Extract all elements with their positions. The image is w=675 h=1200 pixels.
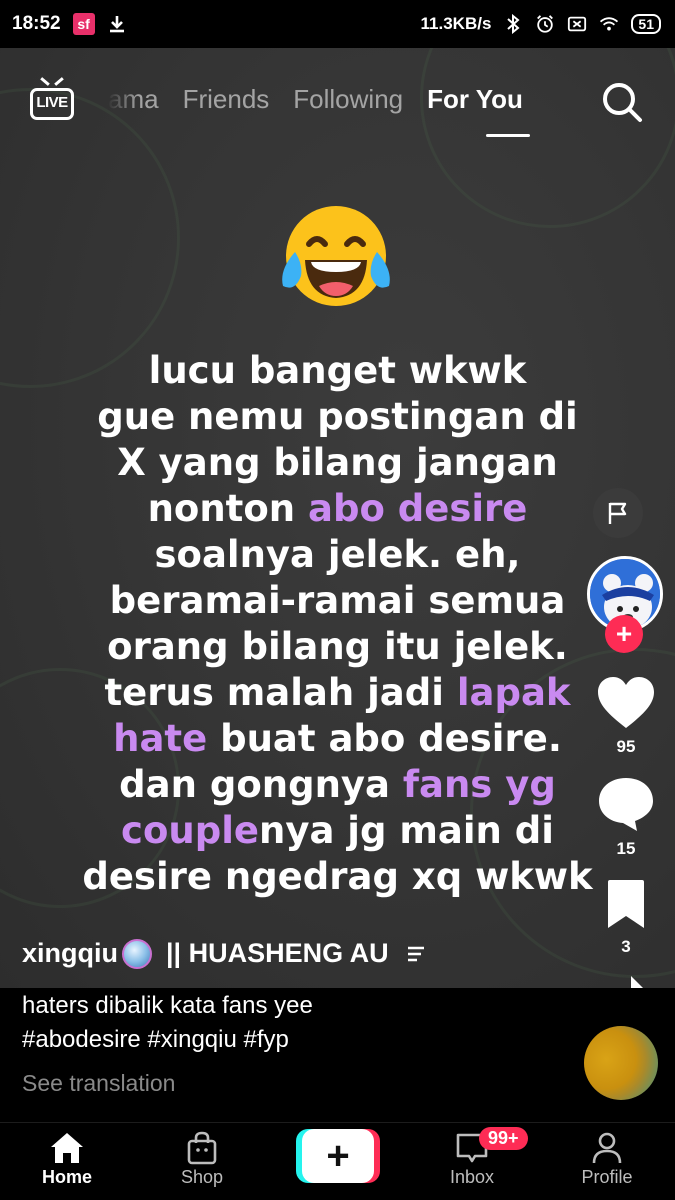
report-flag-button[interactable] (593, 488, 643, 538)
caption-highlight: fans yg (402, 763, 556, 806)
tab-following[interactable]: Following (293, 84, 403, 115)
description-text: haters dibalik kata fans yee (22, 992, 313, 1019)
wifi-icon (599, 14, 619, 34)
plus-icon: + (302, 1129, 374, 1183)
author-suffix: || HUASHENG AU (166, 938, 389, 968)
status-bar: 18:52 sf 11.3KB/s 51 (0, 0, 675, 48)
bookmark-count: 3 (621, 937, 631, 956)
comment-icon (599, 778, 653, 831)
tab-friends[interactable]: Friends (183, 84, 270, 115)
flag-icon (608, 502, 627, 524)
tab-drama[interactable]: ama (108, 84, 159, 115)
live-button[interactable]: LIVE (28, 77, 76, 122)
caption-highlight: lapak (456, 671, 571, 714)
download-icon (107, 14, 127, 34)
caption-highlight: abo desire (308, 487, 528, 530)
author-row[interactable]: xingqiu || HUASHENG AU (22, 938, 425, 969)
nav-inbox[interactable]: Inbox 99+ (417, 1127, 528, 1188)
video-player[interactable]: lucu banget wkwk gue nemu postingan di X y… (0, 48, 675, 988)
comment-count: 15 (616, 839, 636, 858)
caption-segment: beramai-ramai semua (109, 579, 566, 622)
follow-plus-button[interactable]: + (605, 615, 643, 653)
nav-shop-label: Shop (180, 1167, 224, 1187)
share-button[interactable]: 3 (585, 974, 667, 988)
nav-home-label: Home (41, 1167, 92, 1187)
shopping-bag-icon (147, 1129, 257, 1167)
caption-line: couplenya jg main di (60, 808, 615, 854)
caption-segment: buat abo desire. (207, 717, 562, 760)
caption-highlight: couple (121, 809, 259, 852)
caption-segment: gue nemu postingan di (97, 395, 578, 438)
caption-segment: soalnya jelek. eh, (154, 533, 521, 576)
caption-line: orang bilang itu jelek. (60, 624, 615, 670)
menu-lines-icon (407, 938, 425, 969)
live-label: LIVE (36, 94, 68, 111)
caption-line: soalnya jelek. eh, (60, 532, 615, 578)
caption-line: hate buat abo desire. (60, 716, 615, 762)
bottom-navigation: Home Shop + Inbox 99+ Profile (0, 1122, 675, 1200)
nav-home[interactable]: Home (12, 1129, 122, 1188)
network-speed: 11.3KB/s (420, 14, 492, 33)
nav-shop[interactable]: Shop (147, 1129, 257, 1188)
nav-inbox-label: Inbox (449, 1167, 495, 1187)
sim-off-icon (567, 14, 587, 34)
alarm-icon (535, 14, 555, 34)
share-icon (631, 976, 643, 988)
search-button[interactable] (600, 80, 644, 124)
music-disc[interactable] (584, 1026, 658, 1100)
caption-segment: lucu banget wkwk (148, 349, 527, 392)
heart-icon (598, 677, 654, 728)
bookmark-button[interactable]: 3 (585, 878, 667, 957)
app-notification-icon: sf (72, 13, 95, 35)
caption-line: lucu banget wkwk (60, 348, 615, 394)
search-icon (603, 83, 642, 122)
nav-profile[interactable]: Profile (552, 1129, 662, 1188)
caption-segment: nya jg main di (259, 809, 554, 852)
video-caption-text: lucu banget wkwk gue nemu postingan di X y… (60, 348, 615, 900)
inbox-badge: 99+ (479, 1127, 528, 1150)
bookmark-icon (608, 880, 644, 928)
comment-button[interactable]: 15 (585, 776, 667, 859)
create-button[interactable]: + (296, 1129, 380, 1183)
battery-icon: 51 (631, 14, 661, 34)
crystal-ball-emoji-icon (122, 938, 152, 969)
caption-line: X yang bilang jangan (60, 440, 615, 486)
caption-highlight: hate (113, 717, 208, 760)
status-time: 18:52 (12, 13, 61, 34)
like-count: 95 (616, 737, 636, 756)
caption-line: desire ngedrag xq wkwk (60, 854, 615, 900)
video-description: haters dibalik kata fans yee #abodesire … (0, 988, 675, 1122)
active-tab-indicator (486, 134, 530, 137)
top-navigation: LIVE ama Friends Following For You (0, 72, 675, 142)
author-name[interactable]: xingqiu (22, 938, 118, 969)
caption-line: beramai-ramai semua (60, 578, 615, 624)
caption-segment: nonton (147, 487, 309, 530)
caption-line: gue nemu postingan di (60, 394, 615, 440)
like-button[interactable]: 95 (585, 676, 667, 757)
caption-line: nonton abo desire (60, 486, 615, 532)
caption-line: terus malah jadi lapak (60, 670, 615, 716)
bluetooth-icon (503, 14, 523, 34)
caption-segment: X yang bilang jangan (117, 441, 558, 484)
laughing-emoji-icon (273, 200, 399, 310)
caption-line: dan gongnya fans yg (60, 762, 615, 808)
home-icon (12, 1129, 122, 1167)
see-translation-link[interactable]: See translation (22, 1070, 175, 1097)
nav-profile-label: Profile (581, 1167, 633, 1187)
caption-segment: desire ngedrag xq wkwk (82, 855, 593, 898)
hashtags[interactable]: #abodesire #xingqiu #fyp (22, 1026, 289, 1054)
profile-icon (552, 1129, 662, 1167)
caption-segment: terus malah jadi (104, 671, 457, 714)
tab-for-you[interactable]: For You (427, 84, 523, 115)
feed-tabs: ama Friends Following For You (108, 84, 523, 115)
caption-segment: orang bilang itu jelek. (107, 625, 568, 668)
caption-segment: dan gongnya (119, 763, 403, 806)
